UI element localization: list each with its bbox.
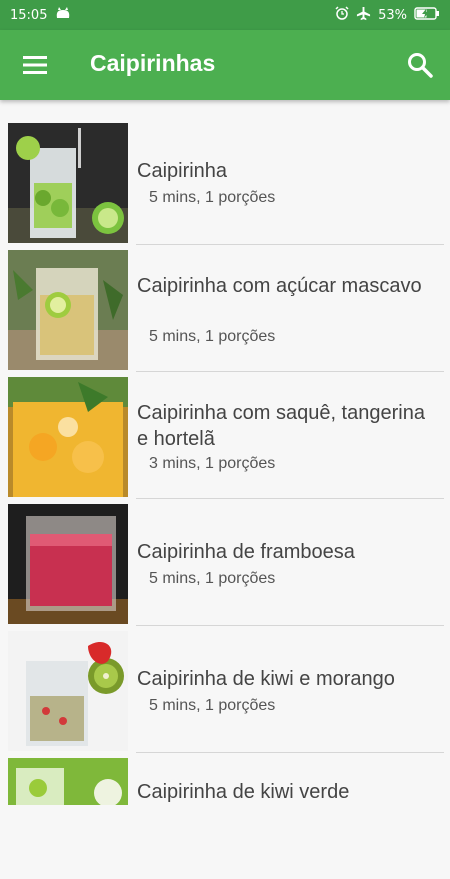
recipe-thumbnail <box>8 758 128 805</box>
list-item[interactable]: Caipirinha de framboesa 5 mins, 1 porçõe… <box>0 499 450 626</box>
list-item[interactable]: Caipirinha de kiwi e morango 5 mins, 1 p… <box>0 626 450 753</box>
recipe-meta: 5 mins, 1 porções <box>149 697 276 714</box>
recipe-title: Caipirinha de kiwi e morango <box>137 668 395 690</box>
battery-charging-icon <box>414 6 440 24</box>
status-bar: 15:05 53% <box>0 0 450 30</box>
recipe-title: Caipirinha <box>137 160 228 182</box>
page-title: Caipirinhas <box>90 50 216 76</box>
menu-button[interactable] <box>22 53 48 77</box>
recipe-title: Caipirinha de framboesa <box>137 541 355 563</box>
recipe-thumbnail <box>8 250 128 370</box>
list-item[interactable]: Caipirinha com saquê, tangerina e hortel… <box>0 372 450 499</box>
search-button[interactable] <box>406 51 434 79</box>
recipe-thumbnail <box>8 377 128 497</box>
alarm-icon <box>335 6 349 24</box>
recipe-thumbnail <box>8 631 128 751</box>
recipe-title: Caipirinha com saquê, tangerina e hortel… <box>137 402 425 450</box>
battery-level: 53% <box>378 7 407 23</box>
recipe-title: Caipirinha com açúcar mascavo <box>137 275 422 297</box>
recipe-thumbnail <box>8 123 128 243</box>
cat-icon <box>55 7 71 23</box>
search-icon <box>408 53 433 78</box>
list-item[interactable]: Caipirinha com açúcar mascavo 5 mins, 1 … <box>0 245 450 372</box>
app-bar: Caipirinhas <box>0 30 450 100</box>
recipe-meta: 5 mins, 1 porções <box>149 328 276 345</box>
recipe-title: Caipirinha de kiwi verde <box>137 781 350 803</box>
recipe-thumbnail <box>8 504 128 624</box>
recipe-meta: 5 mins, 1 porções <box>149 189 276 206</box>
airplane-icon <box>356 6 371 25</box>
list-item[interactable]: Caipirinha 5 mins, 1 porções <box>0 118 450 245</box>
hamburger-icon <box>23 56 47 74</box>
status-time: 15:05 <box>10 7 48 23</box>
list-item[interactable]: Caipirinha de kiwi verde <box>0 753 450 879</box>
recipe-meta: 3 mins, 1 porções <box>149 455 276 472</box>
recipe-meta: 5 mins, 1 porções <box>149 570 276 587</box>
